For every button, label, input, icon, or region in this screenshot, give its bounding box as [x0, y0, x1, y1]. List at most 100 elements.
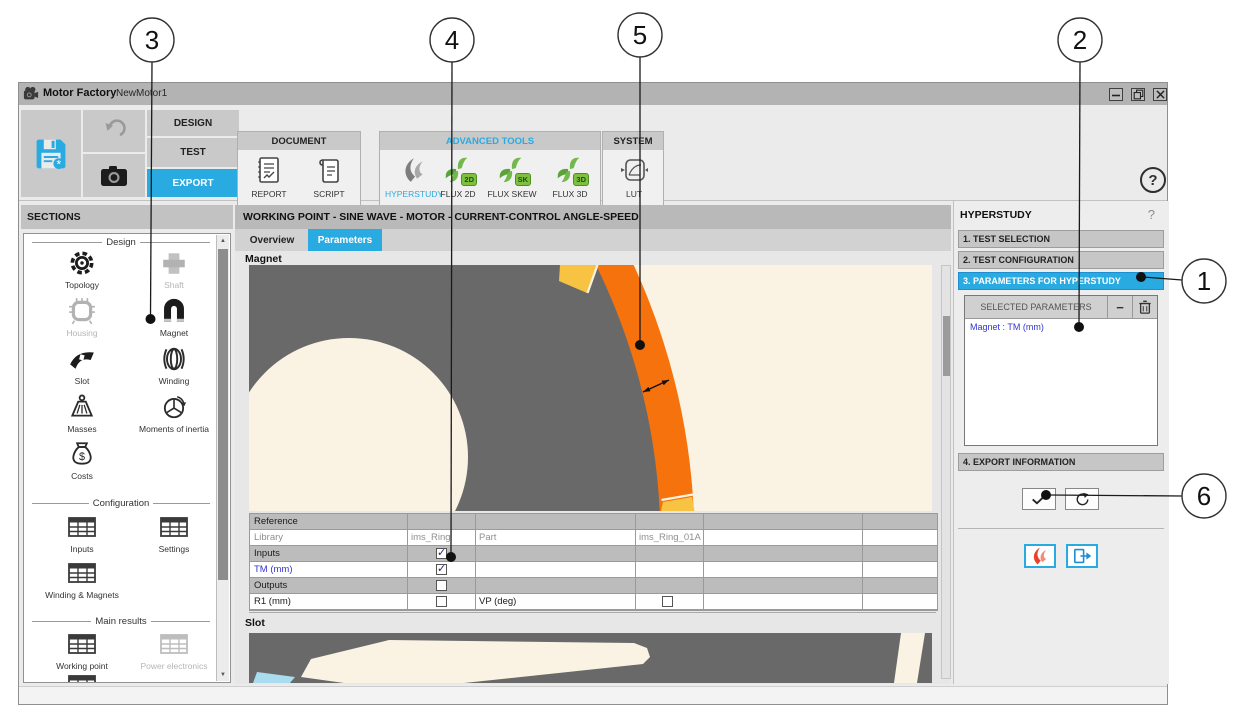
checkbox-r1[interactable]: [436, 596, 447, 607]
sidebar-item-slot[interactable]: Slot: [35, 344, 129, 386]
tab-test[interactable]: TEST: [147, 138, 239, 167]
sidebar-item-housing[interactable]: Housing: [35, 296, 129, 338]
slot-preview[interactable]: [249, 633, 932, 683]
validate-button[interactable]: [1022, 488, 1056, 510]
step-parameters-for-hyperstudy[interactable]: 3. PARAMETERS FOR HYPERSTUDY: [958, 272, 1164, 290]
status-bar: [19, 686, 1167, 704]
tab-parameters[interactable]: Parameters: [308, 229, 382, 251]
flux2d-label: FLUX 2D: [441, 189, 476, 199]
step-export-information[interactable]: 4. EXPORT INFORMATION: [958, 453, 1164, 471]
close-button[interactable]: [1153, 88, 1167, 101]
app-logo-icon: [23, 86, 39, 102]
moments-of-inertia-icon: [160, 393, 188, 421]
table-row: [250, 578, 937, 594]
undo-button[interactable]: [83, 110, 145, 152]
selected-parameters-header: SELECTED PARAMETERS −: [965, 296, 1157, 319]
sidebar-item-costs[interactable]: Costs: [35, 439, 129, 481]
checkbox-outputs[interactable]: [436, 580, 447, 591]
sidebar-item-topology[interactable]: Topology: [35, 248, 129, 290]
export-hyperstudy-button[interactable]: [1024, 544, 1056, 568]
parameters-table: Reference Library ims_Ring Part ims_Ring…: [249, 513, 938, 611]
sidebar-item-working-point[interactable]: Working point: [35, 629, 129, 671]
settings-label: Settings: [159, 544, 190, 554]
sidebar-item-moments-of-inertia[interactable]: Moments of inertia: [127, 392, 221, 434]
shaft-label: Shaft: [164, 280, 184, 290]
group-document-title: DOCUMENT: [238, 132, 360, 150]
report-label: REPORT: [251, 189, 286, 199]
snapshot-button[interactable]: [83, 154, 145, 197]
callout-4: 4: [445, 25, 459, 55]
costs-label: Costs: [71, 471, 93, 481]
checkbox-tm[interactable]: [436, 564, 447, 575]
cell-tm: TM (mm): [254, 562, 293, 578]
callout-1: 1: [1197, 266, 1211, 296]
callout-6: 6: [1197, 481, 1211, 511]
restore-button[interactable]: [1131, 88, 1145, 101]
magnet-preview[interactable]: [249, 265, 932, 511]
checkbox-inputs[interactable]: [436, 548, 447, 559]
scroll-down-icon[interactable]: ▼: [217, 669, 229, 681]
sidebar-item-power-electronics[interactable]: Power electronics: [127, 629, 221, 671]
sidebar-scroll-thumb[interactable]: [218, 249, 228, 580]
tab-overview[interactable]: Overview: [237, 229, 307, 251]
selected-parameter-item[interactable]: Magnet : TM (mm): [970, 322, 1044, 332]
reset-icon: [1075, 492, 1090, 507]
camera-icon: [100, 165, 128, 187]
slot-icon: [68, 345, 96, 373]
hyperstudy-panel-title: HYPERSTUDY: [960, 209, 1032, 221]
table-row: [250, 514, 937, 530]
sections-panel: Design Topology Shaft Housing Magnet Slo…: [23, 233, 231, 683]
settings-table-icon: [160, 517, 188, 537]
sidebar-item-partial: [68, 675, 96, 682]
remove-parameter-button[interactable]: −: [1108, 296, 1132, 318]
step-test-configuration[interactable]: 2. TEST CONFIGURATION: [958, 251, 1164, 269]
sidebar-item-settings[interactable]: Settings: [127, 512, 221, 554]
tab-export[interactable]: EXPORT: [147, 169, 239, 197]
title-bar[interactable]: Motor Factory NewMotor1: [19, 83, 1167, 105]
group-design-title: Design: [106, 237, 136, 248]
winding-magnets-label: Winding & Magnets: [45, 590, 119, 600]
step-test-selection[interactable]: 1. TEST SELECTION: [958, 230, 1164, 248]
scroll-up-icon[interactable]: ▲: [217, 235, 229, 247]
delete-all-button[interactable]: [1133, 296, 1157, 318]
group-design-divider: Design: [28, 236, 214, 248]
sidebar-item-shaft[interactable]: Shaft: [127, 248, 221, 290]
sidebar-item-inputs[interactable]: Inputs: [35, 512, 129, 554]
costs-icon: [68, 440, 96, 468]
help-button[interactable]: ?: [1140, 167, 1166, 193]
flux3d-badge: 3D: [573, 173, 589, 186]
sidebar-item-winding[interactable]: Winding: [127, 344, 221, 386]
lut-label: LUT: [626, 189, 642, 199]
winding-magnets-table-icon: [68, 563, 96, 583]
table-grid-line: [703, 514, 704, 610]
sidebar-item-masses[interactable]: Masses: [35, 392, 129, 434]
tab-design[interactable]: DESIGN: [147, 110, 239, 136]
fluxskew-label: FLUX SKEW: [487, 189, 536, 199]
reset-button[interactable]: [1065, 488, 1099, 510]
minimize-button[interactable]: [1109, 88, 1123, 101]
callout-2: 2: [1073, 25, 1087, 55]
sidebar-item-winding-magnets[interactable]: Winding & Magnets: [35, 558, 129, 600]
cell-part-value: ims_Ring_01A: [639, 530, 701, 546]
hyperstudy-help-icon[interactable]: ?: [1148, 207, 1155, 222]
export-file-button[interactable]: [1066, 544, 1098, 568]
hyperstudy-icon: [400, 156, 428, 184]
group-system-title: SYSTEM: [603, 132, 663, 150]
main-scrollbar[interactable]: [941, 265, 951, 679]
checkbox-vp[interactable]: [662, 596, 673, 607]
main-scroll-thumb[interactable]: [943, 316, 950, 376]
help-icon: ?: [1148, 172, 1157, 189]
hyperstudy-export-icon: [1030, 546, 1050, 566]
inputs-table-icon: [68, 517, 96, 537]
page: Motor Factory NewMotor1 DESIGN TEST EXPO…: [0, 0, 1243, 713]
flux2d-badge: 2D: [461, 173, 477, 186]
table-grid-line: [862, 514, 863, 610]
save-button[interactable]: [21, 110, 81, 197]
cell-outputs: Outputs: [254, 578, 287, 594]
sidebar-scrollbar[interactable]: ▲ ▼: [216, 235, 229, 681]
selected-parameters-title: SELECTED PARAMETERS: [965, 296, 1107, 318]
sidebar-item-magnet[interactable]: Magnet: [127, 296, 221, 338]
masses-label: Masses: [67, 424, 96, 434]
app-title: Motor Factory: [43, 87, 116, 99]
selected-parameters-box: SELECTED PARAMETERS − Magnet : TM (mm): [964, 295, 1158, 446]
